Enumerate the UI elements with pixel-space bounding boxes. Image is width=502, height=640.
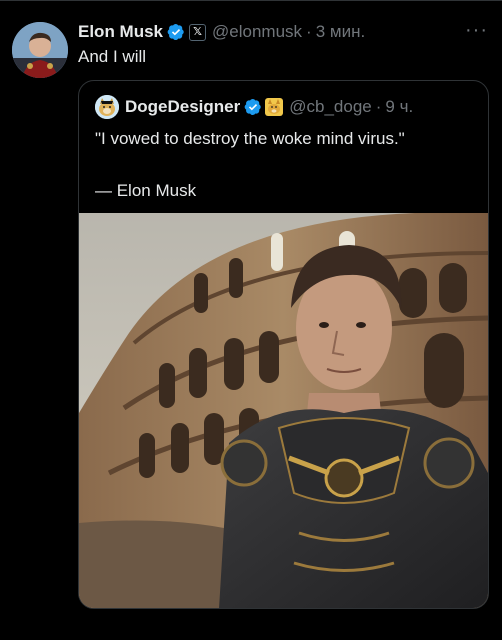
separator-dot: · — [306, 22, 312, 41]
tweet-text: And I will — [78, 47, 147, 66]
top-divider — [0, 0, 502, 1]
more-options-icon[interactable]: ··· — [465, 18, 488, 42]
quoted-tweet-card[interactable]: DogeDesigner @cb_doge · 9 ч. "I vowed to… — [78, 80, 489, 609]
author-handle[interactable]: @elonmusk — [212, 20, 302, 44]
separator-dot: · — [375, 97, 382, 116]
quoted-author-avatar[interactable] — [95, 95, 119, 119]
quoted-tweet-text: "I vowed to destroy the woke mind virus.… — [95, 129, 405, 148]
x-affiliate-icon: 𝕏 — [189, 23, 207, 41]
quoted-author-name[interactable]: DogeDesigner — [125, 97, 240, 117]
quoted-tweet-image[interactable] — [79, 213, 488, 608]
doge-emoji-icon — [265, 98, 284, 116]
author-name[interactable]: Elon Musk — [78, 20, 163, 44]
quoted-tweet-timestamp[interactable]: 9 ч. — [385, 97, 413, 117]
tweet-timestamp[interactable]: 3 мин. — [316, 20, 365, 44]
author-avatar[interactable] — [12, 22, 68, 78]
quoted-tweet-header: DogeDesigner @cb_doge · 9 ч. — [95, 95, 413, 119]
quoted-tweet-attribution: — Elon Musk — [95, 181, 197, 200]
quoted-author-handle[interactable]: @cb_doge — [289, 97, 372, 117]
verified-badge-icon — [244, 98, 261, 116]
verified-badge-icon — [167, 23, 184, 41]
tweet-header: Elon Musk 𝕏 @elonmusk · 3 мин. — [78, 20, 365, 44]
